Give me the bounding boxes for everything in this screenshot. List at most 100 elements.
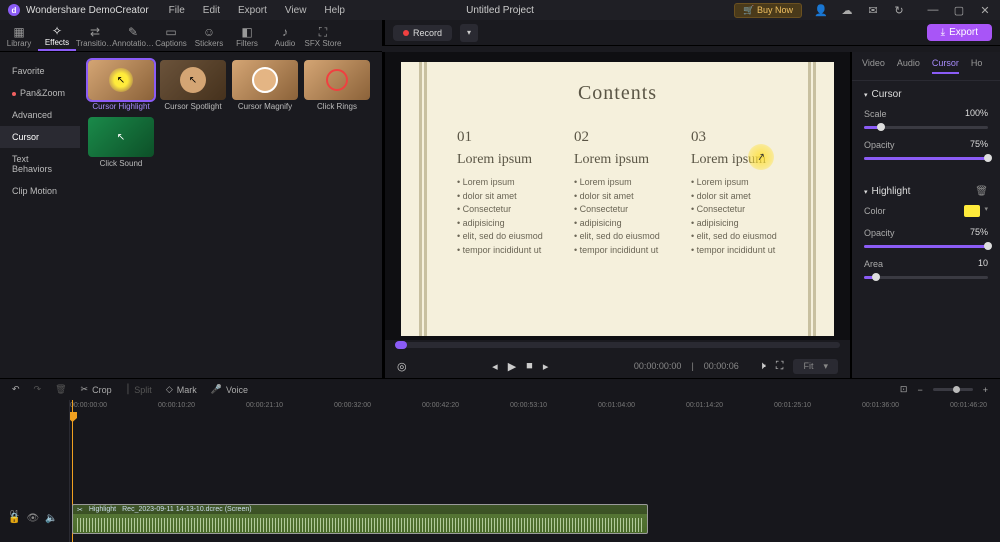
mark-button[interactable]: ◇ Mark [166,384,197,395]
tab-effects[interactable]: ✧Effects [38,20,76,51]
minimize-icon[interactable]: — [926,3,940,17]
effect-category-list: Favorite Pan&Zoom Advanced Cursor Text B… [0,52,80,378]
user-icon[interactable]: 👤 [814,3,828,17]
tab-sfx[interactable]: ⛶SFX Store [304,20,342,51]
color-dropdown-icon[interactable]: ▾ [984,205,988,213]
snapshot-button[interactable]: ◎ [397,360,407,373]
crop-button[interactable]: ✂ Crop [81,384,112,395]
tab-annotations[interactable]: ✎Annotatio… [114,20,152,51]
stickers-icon: ☺ [203,25,215,39]
tab-audio[interactable]: ♪Audio [266,20,304,51]
fit-selector[interactable]: Fit▾ [793,359,838,374]
prop-tab-more[interactable]: Ho [971,58,983,74]
section-cursor[interactable]: ▾Cursor [864,89,988,100]
track-mute-button[interactable]: 🔈 [45,513,57,524]
tab-captions[interactable]: ▭Captions [152,20,190,51]
next-frame-button[interactable]: ▸ [543,360,549,373]
menu-view[interactable]: View [285,5,307,16]
ruler-tick: 00:01:46:20 [950,402,987,409]
stop-button[interactable]: ■ [526,360,533,372]
notify-icon[interactable]: ✉ [866,3,880,17]
record-dropdown[interactable]: ▾ [460,24,478,42]
highlight-opacity-value[interactable]: 75% [970,227,988,237]
effect-click-sound[interactable]: ↖ Click Sound [88,117,154,168]
cursor-opacity-slider[interactable] [864,157,988,160]
ruler-tick: 00:01:04:00 [598,402,635,409]
play-button[interactable]: ▶ [508,360,516,373]
scale-label: Scale [864,109,887,119]
captions-icon: ▭ [165,25,176,39]
cat-text-behaviors[interactable]: Text Behaviors [0,148,80,180]
clip-effect-tag: Highlight [89,506,116,513]
effect-click-rings[interactable]: Click Rings [304,60,370,111]
tab-filters[interactable]: ◧Filters [228,20,266,51]
zoom-out-button[interactable]: − [917,385,922,395]
color-label: Color [864,206,886,216]
close-icon[interactable]: ✕ [978,3,992,17]
tab-library[interactable]: ▦Library [0,20,38,51]
tab-stickers[interactable]: ☺Stickers [190,20,228,51]
cat-favorite[interactable]: Favorite [0,60,80,82]
timeline-clip[interactable]: ✂ Highlight Rec_2023-09-11 14-13-10.dcre… [72,504,648,534]
menu-help[interactable]: Help [324,5,345,16]
cursor-opacity-value[interactable]: 75% [970,139,988,149]
ruler-tick: 00:01:36:00 [862,402,899,409]
effect-cursor-magnify[interactable]: Cursor Magnify [232,60,298,111]
mute-button[interactable]: 🕨 [759,360,766,373]
export-icon: ⤓ [941,27,945,38]
preview-scrubber[interactable] [395,342,840,348]
prop-tab-audio[interactable]: Audio [897,58,920,74]
cat-advanced[interactable]: Advanced [0,104,80,126]
app-logo: d [8,4,20,16]
cloud-icon[interactable]: ☁ [840,3,854,17]
effect-cursor-spotlight[interactable]: ↖ Cursor Spotlight [160,60,226,111]
maximize-icon[interactable]: ▢ [952,3,966,17]
highlight-color-swatch[interactable] [964,205,980,217]
record-button[interactable]: Record [393,25,452,41]
clip-waveform [77,518,643,532]
track-lock-button[interactable]: 🔒 [8,513,20,524]
zoom-slider[interactable] [933,388,973,391]
timeline-ruler[interactable]: 00:00:00:0000:00:10:2000:00:21:1000:00:3… [70,400,1000,414]
filters-icon: ◧ [241,25,252,39]
clip-name: Rec_2023-09-11 14-13-10.dcrec (Screen) [122,506,251,513]
menu-edit[interactable]: Edit [203,5,220,16]
preview-canvas[interactable]: Contents 01 Lorem ipsum Lorem ipsumdolor… [401,62,834,336]
undo-button[interactable]: ↶ [12,384,20,395]
split-button[interactable]: ⎮ Split [126,384,152,395]
properties-panel: Video Audio Cursor Ho ▾Cursor Scale 100%… [850,52,1000,378]
zoom-in-button[interactable]: + [983,385,988,395]
redo-button[interactable]: ↷ [34,384,42,395]
delete-highlight-button[interactable]: 🗑 [975,186,988,197]
delete-button[interactable]: 🗑 [55,384,66,395]
export-button[interactable]: ⤓Export [927,24,992,41]
section-highlight[interactable]: ▾Highlight🗑 [864,186,988,197]
area-slider[interactable] [864,276,988,279]
highlight-opacity-slider[interactable] [864,245,988,248]
canvas-col-list: Lorem ipsumdolor sit ametConsecteturadip… [457,176,544,257]
scale-value[interactable]: 100% [965,108,988,118]
track-visibility-button[interactable]: 👁 [26,513,39,524]
buy-now-button[interactable]: 🛒 Buy Now [734,3,802,18]
project-title: Untitled Project [466,5,534,16]
cat-cursor[interactable]: Cursor [0,126,80,148]
fullscreen-button[interactable]: ⛶ [776,360,784,373]
record-dot-icon [403,30,409,36]
library-icon: ▦ [13,25,24,39]
effect-cursor-highlight[interactable]: ↖ Cursor Highlight [88,60,154,111]
scale-slider[interactable] [864,126,988,129]
resource-tabs: ▦Library ✧Effects ⇄Transitio… ✎Annotatio… [0,20,382,52]
ruler-tick: 00:00:10:20 [158,402,195,409]
voice-button[interactable]: 🎤 Voice [211,384,248,395]
cat-panzoom[interactable]: Pan&Zoom [0,82,80,104]
tab-transitions[interactable]: ⇄Transitio… [76,20,114,51]
history-icon[interactable]: ↻ [892,3,906,17]
prop-tab-cursor[interactable]: Cursor [932,58,959,74]
menu-export[interactable]: Export [238,5,267,16]
cat-clip-motion[interactable]: Clip Motion [0,180,80,202]
prop-tab-video[interactable]: Video [862,58,885,74]
timeline-fit-button[interactable]: ⊡ [900,384,908,395]
menu-file[interactable]: File [169,5,185,16]
prev-frame-button[interactable]: ◂ [492,360,498,373]
area-value[interactable]: 10 [978,258,988,268]
